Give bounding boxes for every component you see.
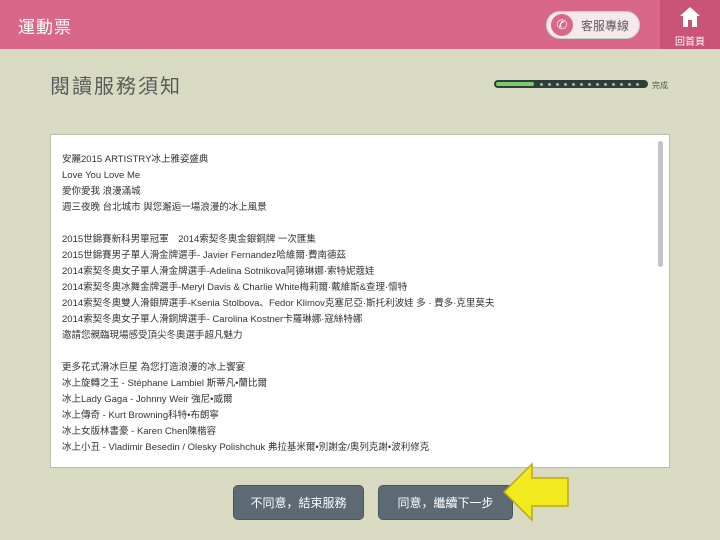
progress-dot <box>620 83 623 86</box>
notice-line: 2015世錦賽新科男單冠軍 2014索契冬奧金銀銅牌 一次匯集 <box>62 234 316 245</box>
phone-icon: ✆ <box>551 14 573 36</box>
progress-dot <box>572 83 575 86</box>
notice-line: 冰上女版林書豪 - Karen Chen陳楷容 <box>62 426 217 437</box>
top-bar: 運動票 ✆ 客服專線 回首頁 <box>0 0 720 49</box>
decline-button[interactable]: 不同意，結束服務 <box>233 485 364 520</box>
notice-spacer <box>62 344 652 360</box>
notice-line: 冰上小丑 - Vladimir Besedin / Olesky Polishc… <box>62 442 430 453</box>
notice-line: 冰上旋轉之王 - Stéphane Lambiel 斯蒂凡•蘭比爾 <box>62 378 267 389</box>
home-label: 回首頁 <box>675 37 705 48</box>
home-button[interactable]: 回首頁 <box>660 0 720 49</box>
progress-dot <box>540 83 543 86</box>
notice-line: 2015世錦賽男子單人滑金牌選手- Javier Fernandez哈維爾·費南… <box>62 250 346 261</box>
arrow-left-icon <box>502 462 569 522</box>
progress-dot <box>580 83 583 86</box>
notice-line: 2014索契冬奧雙人滑銀牌選手-Ksenia Stolbova、Fedor Kl… <box>62 298 495 309</box>
notice-line: 2014索契冬奧女子單人滑金牌選手-Adelina Sotnikova阿德琳娜·… <box>62 266 375 277</box>
progress-dot <box>564 83 567 86</box>
progress-dot <box>604 83 607 86</box>
notice-line: 2014索契冬奧女子單人滑銅牌選手- Carolina Kostner卡羅琳娜·… <box>62 314 363 325</box>
app-title: 運動票 <box>18 18 72 38</box>
notice-line: 2014索契冬奧冰舞金牌選手-Meryl Davis & Charlie Whi… <box>62 282 408 293</box>
scrollbar-thumb[interactable] <box>658 141 663 267</box>
home-icon <box>680 7 700 27</box>
notice-line: 更多花式滑冰巨星 為您打造浪漫的冰上饗宴 <box>62 362 246 373</box>
notice-line: Love You Love Me <box>62 170 141 181</box>
progress-label: 完成 <box>652 81 668 90</box>
notice-line: 愛你愛我 浪漫滿城 <box>62 186 141 197</box>
customer-service-button[interactable]: ✆ 客服專線 <box>546 11 640 39</box>
notice-line: 週三夜晚 台北城市 與您邂逅一場浪漫的冰上風景 <box>62 202 267 213</box>
page-title: 閱讀服務須知 <box>50 74 182 98</box>
progress-fill <box>496 82 534 86</box>
notice-line: 安麗2015 ARTISTRY冰上雅姿盛典 <box>62 154 209 165</box>
progress-dot <box>612 83 615 86</box>
progress-bar <box>494 77 650 91</box>
notice-text: 安麗2015 ARTISTRY冰上雅姿盛典 Love You Love Me 愛你愛… <box>62 152 652 456</box>
progress-dot <box>588 83 591 86</box>
progress-dot <box>628 83 631 86</box>
notice-line: 冰上Lady Gaga - Johnny Weir 強尼•威爾 <box>62 394 233 405</box>
notice-scrollbar[interactable] <box>657 139 665 463</box>
progress-dot <box>556 83 559 86</box>
notice-line: 邀請您親臨現場感受頂尖冬奧選手超凡魅力 <box>62 330 243 341</box>
agree-button[interactable]: 同意，繼續下一步 <box>378 485 513 520</box>
progress-dot <box>548 83 551 86</box>
notice-line: 冰上傳奇 - Kurt Browning科特•布朗寧 <box>62 410 219 421</box>
progress-dot <box>596 83 599 86</box>
service-notice-panel[interactable]: 安麗2015 ARTISTRY冰上雅姿盛典 Love You Love Me 愛你愛… <box>50 134 670 468</box>
notice-spacer <box>62 216 652 232</box>
customer-service-label: 客服專線 <box>581 18 630 33</box>
progress-dot <box>636 83 639 86</box>
